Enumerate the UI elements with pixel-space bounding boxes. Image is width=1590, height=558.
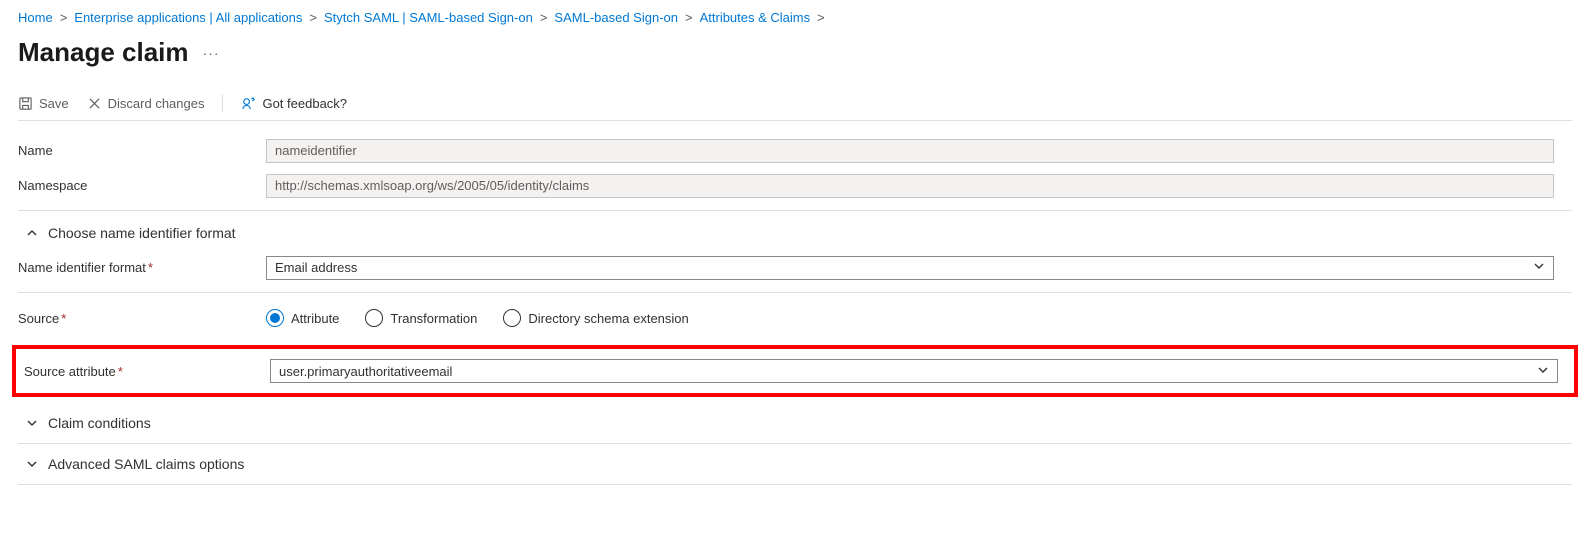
nid-format-value: Email address (267, 260, 1525, 275)
chevron-down-icon (1525, 260, 1553, 275)
feedback-icon (241, 96, 256, 111)
section-advanced-saml[interactable]: Advanced SAML claims options (18, 444, 1572, 485)
section-choose-nid-format-label: Choose name identifier format (48, 225, 236, 241)
radio-icon (365, 309, 383, 327)
breadcrumb-home[interactable]: Home (18, 10, 53, 25)
breadcrumb-attributes-claims[interactable]: Attributes & Claims (700, 10, 811, 25)
source-radio-directory-ext[interactable]: Directory schema extension (503, 309, 688, 327)
source-attribute-row-highlight: Source attribute* user.primaryauthoritat… (12, 345, 1578, 397)
breadcrumb-sep: > (682, 10, 696, 25)
breadcrumb-sep: > (537, 10, 551, 25)
namespace-input (266, 174, 1554, 198)
source-attribute-value: user.primaryauthoritativeemail (271, 364, 1529, 379)
source-radio-attribute[interactable]: Attribute (266, 309, 339, 327)
chevron-down-icon (26, 458, 38, 470)
breadcrumb-stytch-saml[interactable]: Stytch SAML | SAML-based Sign-on (324, 10, 533, 25)
feedback-button[interactable]: Got feedback? (241, 96, 347, 111)
save-icon (18, 96, 33, 111)
chevron-down-icon (26, 417, 38, 429)
section-choose-nid-format[interactable]: Choose name identifier format (18, 213, 1572, 253)
breadcrumb-saml-signon[interactable]: SAML-based Sign-on (554, 10, 678, 25)
namespace-label: Namespace (18, 178, 266, 193)
source-label: Source* (18, 311, 266, 326)
breadcrumb-enterprise-apps[interactable]: Enterprise applications | All applicatio… (74, 10, 302, 25)
close-icon (87, 96, 102, 111)
breadcrumb-sep: > (57, 10, 71, 25)
section-advanced-saml-label: Advanced SAML claims options (48, 456, 244, 472)
radio-icon (266, 309, 284, 327)
chevron-up-icon (26, 227, 38, 239)
nid-format-select[interactable]: Email address (266, 256, 1554, 280)
discard-label: Discard changes (108, 96, 205, 111)
source-radio-attribute-label: Attribute (291, 311, 339, 326)
toolbar: Save Discard changes Got feedback? (18, 94, 1572, 121)
radio-icon (503, 309, 521, 327)
discard-button[interactable]: Discard changes (87, 96, 205, 111)
toolbar-separator (222, 94, 223, 112)
save-label: Save (39, 96, 69, 111)
source-attribute-label: Source attribute* (22, 364, 270, 379)
feedback-label: Got feedback? (262, 96, 347, 111)
source-radio-transformation-label: Transformation (390, 311, 477, 326)
page-title: Manage claim (18, 37, 189, 68)
source-attribute-select[interactable]: user.primaryauthoritativeemail (270, 359, 1558, 383)
chevron-down-icon (1529, 364, 1557, 379)
breadcrumb: Home > Enterprise applications | All app… (18, 10, 1572, 25)
source-radio-directory-ext-label: Directory schema extension (528, 311, 688, 326)
save-button[interactable]: Save (18, 96, 69, 111)
section-claim-conditions-label: Claim conditions (48, 415, 151, 431)
source-radio-transformation[interactable]: Transformation (365, 309, 477, 327)
more-actions-button[interactable]: ··· (203, 45, 220, 61)
name-input (266, 139, 1554, 163)
nid-format-label: Name identifier format* (18, 260, 266, 275)
section-claim-conditions[interactable]: Claim conditions (18, 403, 1572, 444)
breadcrumb-sep: > (814, 10, 828, 25)
breadcrumb-sep: > (306, 10, 320, 25)
name-label: Name (18, 143, 266, 158)
source-radio-group: Attribute Transformation Directory schem… (266, 309, 1554, 327)
